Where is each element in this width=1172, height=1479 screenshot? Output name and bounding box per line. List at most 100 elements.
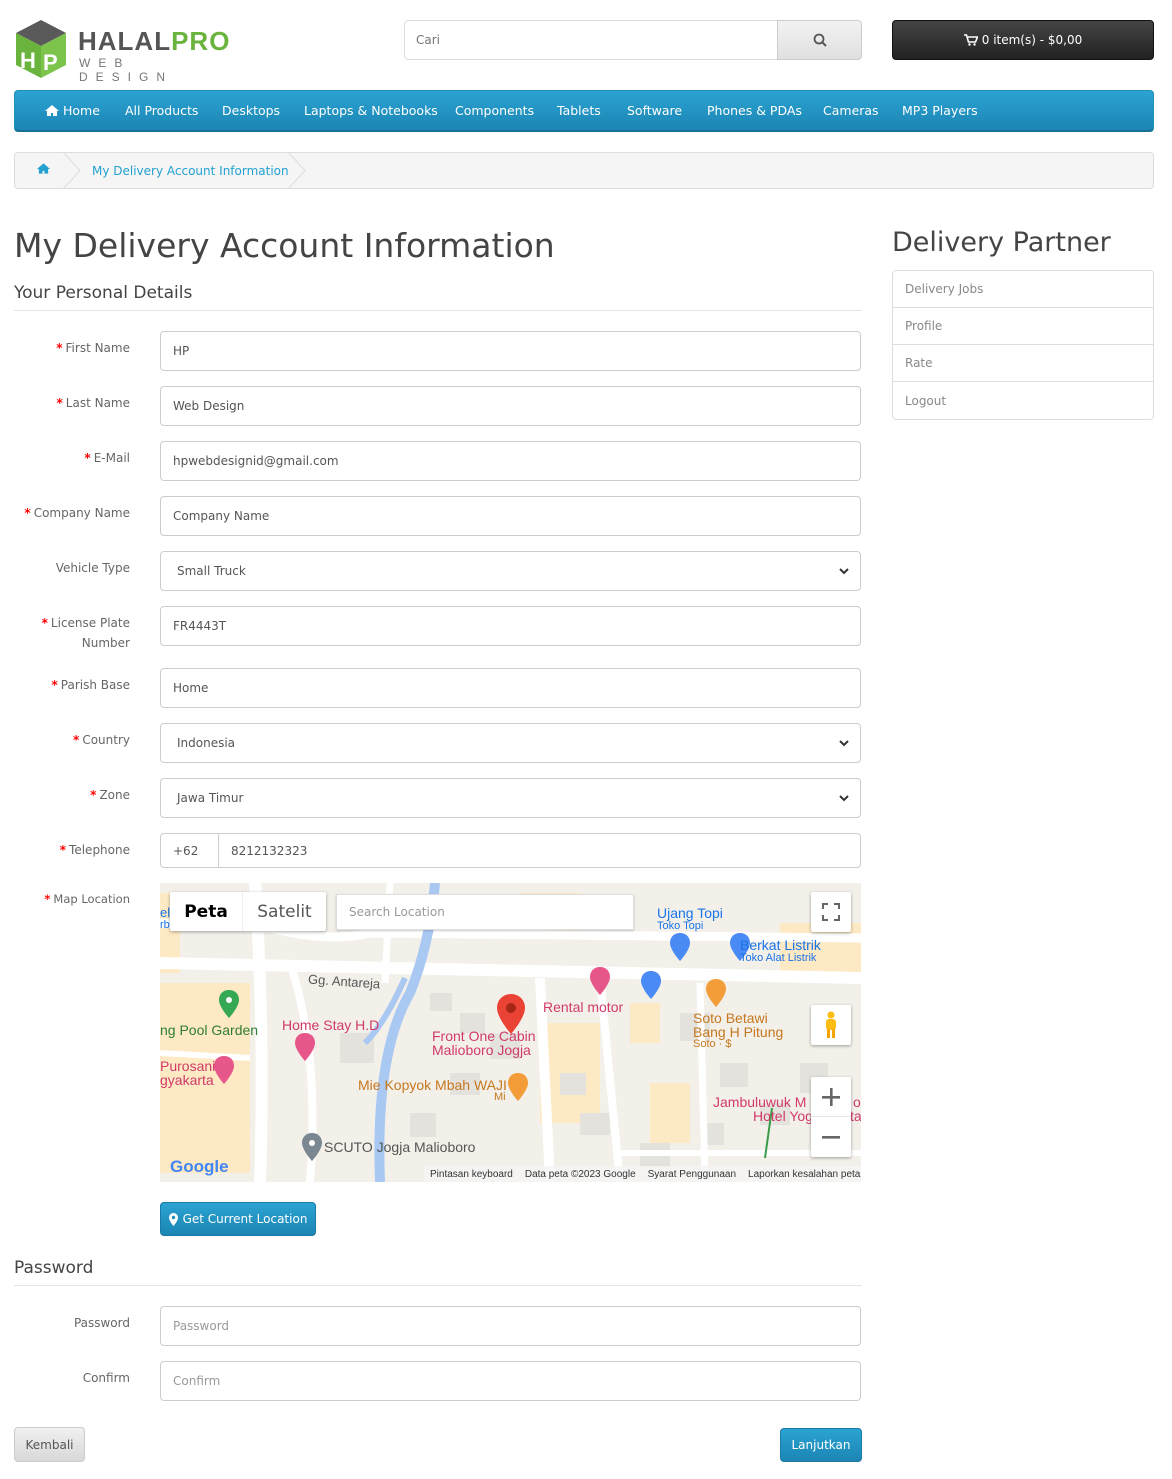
sidebar-item-rate[interactable]: Rate — [893, 345, 1153, 382]
country-select[interactable]: Indonesia — [160, 723, 861, 763]
map-location-label: * Map Location — [44, 892, 130, 906]
street-view-button[interactable] — [811, 1005, 851, 1045]
page-title: My Delivery Account Information — [14, 226, 555, 265]
shop-pin-icon — [641, 971, 661, 999]
poi-soto-sub: Soto · $ — [693, 1038, 732, 1050]
breadcrumb-separator-1 — [62, 152, 81, 189]
menu-cameras[interactable]: Cameras — [823, 103, 879, 118]
chevron-down-icon — [839, 740, 849, 747]
plate-input[interactable]: FR4443T — [160, 606, 861, 646]
menu-home[interactable]: Home — [45, 103, 100, 118]
country-label: * Country — [73, 733, 130, 747]
poi-jambuluwuk-r2: ta — [850, 1108, 861, 1124]
home-icon — [45, 105, 59, 116]
divider — [14, 1285, 862, 1286]
search-input[interactable] — [404, 20, 778, 60]
map-terms[interactable]: Syarat Penggunaan — [648, 1169, 736, 1180]
svg-text:P: P — [43, 50, 58, 75]
tab-satellite[interactable]: Satelit — [242, 892, 326, 931]
country-value: Indonesia — [177, 736, 236, 750]
first-name-label: * First Name — [56, 341, 130, 355]
zoom-in-button[interactable] — [811, 1077, 851, 1117]
plus-icon — [822, 1087, 840, 1106]
menu-laptops[interactable]: Laptops & Notebooks — [304, 103, 438, 118]
poi-rb: rb — [160, 919, 170, 931]
breadcrumb: My Delivery Account Information — [14, 152, 1154, 189]
home-icon — [37, 163, 50, 174]
menu-mp3[interactable]: MP3 Players — [902, 103, 978, 118]
poi-kopyok: Mie Kopyok Mbah WAJI — [358, 1077, 507, 1093]
map-report-error[interactable]: Laporkan kesalahan peta — [748, 1169, 860, 1180]
zone-label: * Zone — [90, 788, 130, 802]
zone-select[interactable]: Jawa Timur — [160, 778, 861, 818]
map-marker-icon — [168, 1212, 178, 1226]
logo-wordmark: HALALPRO — [78, 26, 231, 56]
logo-tagline: WEB DESIGN — [79, 56, 174, 84]
google-logo: Google — [170, 1157, 229, 1176]
zoom-out-button[interactable] — [811, 1117, 851, 1157]
menu-desktops[interactable]: Desktops — [222, 103, 280, 118]
menu-components[interactable]: Components — [455, 103, 534, 118]
telephone-input[interactable]: 8212132323 — [218, 833, 861, 868]
vehicle-select[interactable]: Small Truck — [160, 551, 861, 591]
map-data-credit: Data peta ©2023 Google — [524, 1168, 636, 1180]
map-search-input[interactable]: Search Location — [336, 894, 634, 930]
green-pin-icon — [219, 990, 239, 1018]
last-name-input[interactable]: Web Design — [160, 386, 861, 426]
get-location-button[interactable]: Get Current Location — [160, 1202, 316, 1236]
vehicle-value: Small Truck — [177, 564, 246, 578]
last-name-label: * Last Name — [56, 396, 131, 410]
chevron-down-icon — [839, 795, 849, 802]
section-personal-title: Your Personal Details — [14, 283, 193, 303]
back-button[interactable]: Kembali — [14, 1427, 85, 1462]
poi-ujang: Ujang Topi — [657, 905, 723, 921]
zoom-controls — [811, 1077, 851, 1157]
sidebar-title: Delivery Partner — [892, 227, 1111, 258]
breadcrumb-separator-2 — [287, 152, 306, 189]
map[interactable]: Ujang Topi Toko Topi Berkat Listrik Toko… — [160, 883, 861, 1182]
food-pin-icon — [706, 979, 726, 1007]
continue-button[interactable]: Lanjutkan — [780, 1428, 862, 1462]
sidebar-item-profile[interactable]: Profile — [893, 308, 1153, 345]
poi-frontone-2: Malioboro Jogja — [432, 1042, 531, 1058]
minus-icon — [822, 1136, 840, 1139]
tab-map[interactable]: Peta — [170, 892, 242, 931]
password-input[interactable]: Password — [160, 1306, 861, 1346]
svg-text:H: H — [20, 48, 36, 73]
main-menu: Home All Products Desktops Laptops & Not… — [14, 90, 1154, 132]
telephone-code[interactable]: +62 — [160, 833, 219, 868]
parish-input[interactable]: Home — [160, 668, 861, 708]
food-pin-icon — [508, 1073, 528, 1101]
gray-pin-icon — [302, 1133, 322, 1161]
poi-scuto: SCUTO Jogja Malioboro — [324, 1139, 476, 1155]
sidebar-item-logout[interactable]: Logout — [893, 382, 1153, 419]
menu-software[interactable]: Software — [627, 103, 682, 118]
poi-ujang-sub: Toko Topi — [657, 920, 704, 932]
chevron-down-icon — [839, 568, 849, 575]
poi-rental: Rental motor — [543, 999, 624, 1015]
hotel-pin-icon — [295, 1033, 315, 1061]
email-input[interactable]: hpwebdesignid@gmail.com — [160, 441, 861, 481]
logo[interactable]: H P HALALPRO WEB DESIGN — [14, 18, 234, 84]
first-name-input[interactable]: HP — [160, 331, 861, 371]
hotel-pin-icon — [590, 967, 610, 995]
map-type-tabs: Peta Satelit — [170, 892, 326, 931]
confirm-input[interactable]: Confirm — [160, 1361, 861, 1401]
menu-all-products[interactable]: All Products — [125, 103, 198, 118]
plate-label: * License Plate Number — [41, 616, 130, 650]
cart-button[interactable]: 0 item(s) - $0,00 — [892, 20, 1154, 60]
poi-jambuluwuk-2: Hotel Yog — [753, 1108, 813, 1124]
poi-pool: ng Pool Garden — [160, 1022, 259, 1038]
fullscreen-icon — [822, 903, 840, 921]
menu-tablets[interactable]: Tablets — [557, 103, 601, 118]
breadcrumb-home[interactable] — [37, 163, 50, 177]
confirm-label: Confirm — [82, 1371, 130, 1385]
search-button[interactable] — [777, 20, 862, 60]
fullscreen-button[interactable] — [811, 892, 851, 932]
breadcrumb-current[interactable]: My Delivery Account Information — [92, 164, 289, 178]
company-input[interactable]: Company Name — [160, 496, 861, 536]
map-keyboard-shortcuts[interactable]: Pintasan keyboard — [430, 1169, 513, 1180]
poi-berkat: Berkat Listrik — [740, 937, 821, 953]
menu-phones[interactable]: Phones & PDAs — [707, 103, 802, 118]
sidebar-item-delivery-jobs[interactable]: Delivery Jobs — [893, 271, 1153, 308]
